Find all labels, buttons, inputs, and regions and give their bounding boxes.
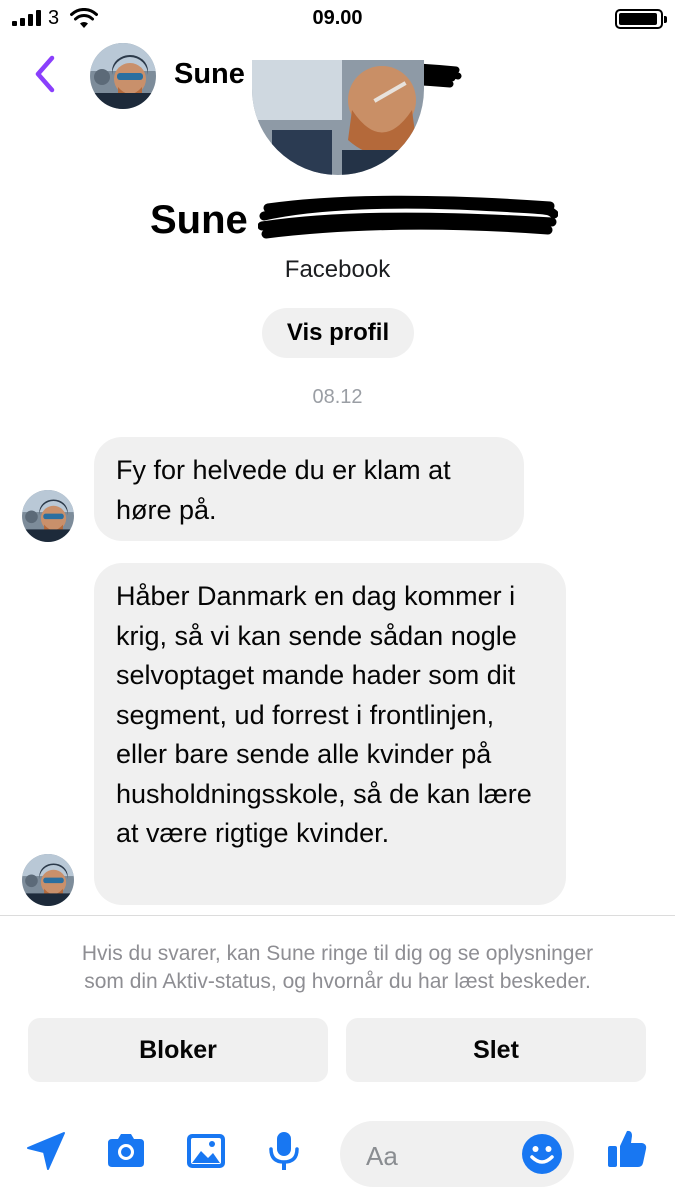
- header-avatar[interactable]: [90, 43, 156, 109]
- divider: [0, 915, 675, 916]
- status-bar: 3 09.00: [0, 0, 675, 40]
- date-separator: 08.12: [312, 386, 363, 408]
- message-bubble[interactable]: Fy for helvede du er klam at høre på.: [94, 437, 524, 541]
- sender-avatar[interactable]: [22, 854, 74, 906]
- header-contact-name[interactable]: Sune: [174, 58, 245, 91]
- view-profile-button[interactable]: Vis profil: [262, 308, 414, 358]
- notice-line: Hvis du svarer, kan Sune ringe til dig o…: [81, 942, 594, 965]
- message-composer: Aa: [0, 1115, 675, 1195]
- thumbs-up-icon[interactable]: [605, 1127, 649, 1171]
- block-button[interactable]: Bloker: [28, 1018, 328, 1082]
- message-input-placeholder: Aa: [366, 1141, 398, 1171]
- camera-icon[interactable]: [104, 1129, 148, 1173]
- notice-line: som din Aktiv-status, og hvornår du har …: [84, 970, 591, 993]
- emoji-icon[interactable]: [521, 1133, 563, 1175]
- sender-avatar[interactable]: [22, 490, 74, 542]
- reply-privacy-notice: Hvis du svarer, kan Sune ringe til dig o…: [20, 940, 655, 996]
- profile-picture[interactable]: [252, 60, 424, 175]
- delete-button[interactable]: Slet: [346, 1018, 646, 1082]
- location-arrow-icon[interactable]: [24, 1129, 68, 1173]
- profile-name: Sune: [150, 198, 248, 242]
- profile-source: Facebook: [284, 256, 391, 283]
- image-icon[interactable]: [184, 1129, 228, 1173]
- redaction-scribble: [258, 195, 558, 239]
- back-chevron-icon[interactable]: [30, 54, 60, 94]
- microphone-icon[interactable]: [262, 1129, 306, 1173]
- message-bubble[interactable]: Håber Danmark en dag kommer i krig, så v…: [94, 563, 566, 905]
- status-time: 09.00: [312, 7, 363, 29]
- message-input[interactable]: Aa: [340, 1121, 574, 1187]
- battery-icon: [615, 9, 667, 29]
